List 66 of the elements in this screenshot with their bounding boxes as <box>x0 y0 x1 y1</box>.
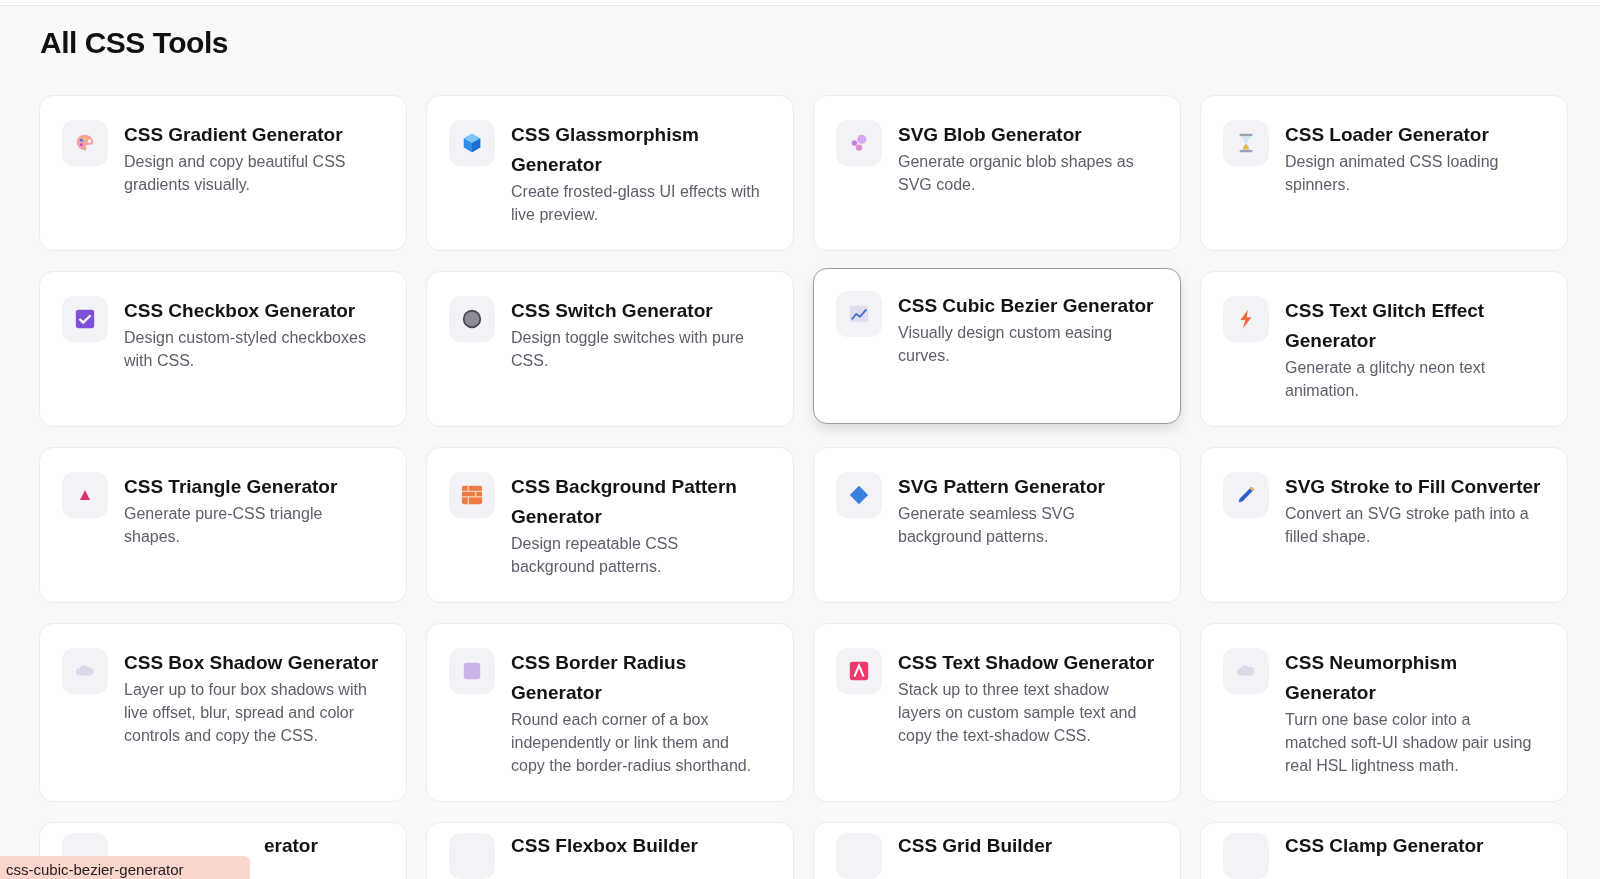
diamond-icon <box>848 484 870 506</box>
circle-icon <box>461 308 483 330</box>
tool-card[interactable]: SVG Blob Generator Generate organic blob shapes as SVG code. <box>813 95 1181 251</box>
tool-description: Design repeatable CSS background patterns. <box>511 534 680 577</box>
triangle-icon <box>79 489 91 501</box>
tool-title: erator <box>264 834 318 858</box>
tool-card[interactable]: CSS Background Pattern Generator Design repeatable CSS background patterns. <box>426 447 794 603</box>
tool-title: CSS Grid Builder <box>898 834 1053 858</box>
tool-card[interactable]: CSS Flexbox Builder <box>426 822 794 879</box>
tool-card[interactable]: CSS Grid Builder <box>813 822 1181 879</box>
tool-card[interactable]: CSS Cubic Bezier Generator Visually design custom easing curves. <box>813 268 1181 424</box>
tool-card[interactable]: CSS Switch Generator Design toggle switches with pure CSS. <box>426 271 794 427</box>
tool-card[interactable]: CSS Loader Generator Design animated CSS loading spinners. <box>1200 95 1568 251</box>
tool-title: SVG Pattern Generator <box>898 475 1106 499</box>
tool-description: Design custom-styled checkboxes with CSS. <box>124 328 367 371</box>
tool-title: CSS Glassmorphism Generator <box>511 123 700 177</box>
tool-title: CSS Checkbox Generator <box>124 299 357 323</box>
tool-description: Design and copy beautiful CSS gradients visually. <box>124 152 347 195</box>
tool-title: CSS Neumorphism Generator <box>1285 651 1459 705</box>
tool-card[interactable]: CSS Text Shadow Generator Stack up to three text shadow layers on custom sample text and copy the text-shadow CSS. <box>813 623 1181 802</box>
tool-card[interactable]: SVG Stroke to Fill Converter Convert an SVG stroke path into a filled shape. <box>1200 447 1568 603</box>
chart-icon <box>848 303 870 325</box>
tool-card[interactable]: CSS Glassmorphism Generator Create frosted-glass UI effects with live preview. <box>426 95 794 251</box>
tool-title: CSS Background Pattern Generator <box>511 475 738 529</box>
tool-title: CSS Box Shadow Generator <box>124 651 379 675</box>
tool-description: Round each corner of a box independently or link them and copy the border-radius shorthand. <box>511 710 753 776</box>
tool-title: CSS Triangle Generator <box>124 475 339 499</box>
tool-title: CSS Border Radius Generator <box>511 651 688 705</box>
tool-title: CSS Text Glitch Effect Generator <box>1285 299 1486 353</box>
tool-description: Turn one base color into a matched soft-UI shadow pair using real HSL lightness math. <box>1285 710 1533 776</box>
tool-description: Generate a glitchy neon text animation. <box>1285 358 1487 401</box>
tool-card[interactable]: CSS Gradient Generator Design and copy beautiful CSS gradients visually. <box>39 95 407 251</box>
tool-description: Create frosted-glass UI effects with live preview. <box>511 182 761 225</box>
bricks-icon <box>461 484 483 506</box>
tool-card[interactable]: CSS Text Glitch Effect Generator Generate a glitchy neon text animation. <box>1200 271 1568 427</box>
tool-title: CSS Loader Generator <box>1285 123 1490 147</box>
tool-title: SVG Stroke to Fill Converter <box>1285 475 1541 499</box>
page-heading: All CSS Tools <box>40 25 228 61</box>
tool-card[interactable]: CSS Neumorphism Generator Turn one base color into a matched soft-UI shadow pair using real HSL lightness math. <box>1200 623 1568 802</box>
tool-card[interactable]: CSS Box Shadow Generator Layer up to four box shadows with live offset, blur, spread and color controls and copy the CSS. <box>39 623 407 802</box>
cube-icon <box>461 132 483 154</box>
tool-title: SVG Blob Generator <box>898 123 1083 147</box>
square-icon <box>461 660 483 682</box>
checkbox-icon <box>74 308 96 330</box>
tool-title: CSS Switch Generator <box>511 299 714 323</box>
link-preview-tooltip: css-cubic-bezier-generator <box>0 856 250 879</box>
tool-card[interactable]: SVG Pattern Generator Generate seamless SVG background patterns. <box>813 447 1181 603</box>
tool-description: Generate organic blob shapes as SVG code. <box>898 152 1135 195</box>
tool-description: Generate pure-CSS triangle shapes. <box>124 504 324 547</box>
tool-description: Convert an SVG stroke path into a filled shape. <box>1285 504 1530 547</box>
tool-card[interactable]: CSS Triangle Generator Generate pure-CSS triangle shapes. <box>39 447 407 603</box>
tool-title: CSS Clamp Generator <box>1285 834 1484 858</box>
tool-description: Design toggle switches with pure CSS. <box>511 328 745 371</box>
tile-icon <box>848 660 870 682</box>
tool-title: CSS Cubic Bezier Generator <box>898 294 1154 318</box>
tool-card[interactable]: CSS Border Radius Generator Round each corner of a box independently or link them and copy the border-radius shorthand. <box>426 623 794 802</box>
tool-title: CSS Flexbox Builder <box>511 834 698 858</box>
tool-description: Design animated CSS loading spinners. <box>1285 152 1500 195</box>
tool-card[interactable]: CSS Checkbox Generator Design custom-styled checkboxes with CSS. <box>39 271 407 427</box>
tool-title: CSS Gradient Generator <box>124 123 344 147</box>
tool-description: Layer up to four box shadows with live offset, blur, spread and color controls and copy the CSS. <box>124 680 368 746</box>
tool-description: Visually design custom easing curves. <box>898 323 1114 366</box>
tool-description: Generate seamless SVG background patterns. <box>898 504 1076 547</box>
tool-card[interactable]: CSS Clamp Generator <box>1200 822 1568 879</box>
tool-title: CSS Text Shadow Generator <box>898 651 1155 675</box>
tool-description: Stack up to three text shadow layers on custom sample text and copy the text-shadow CSS. <box>898 680 1138 746</box>
